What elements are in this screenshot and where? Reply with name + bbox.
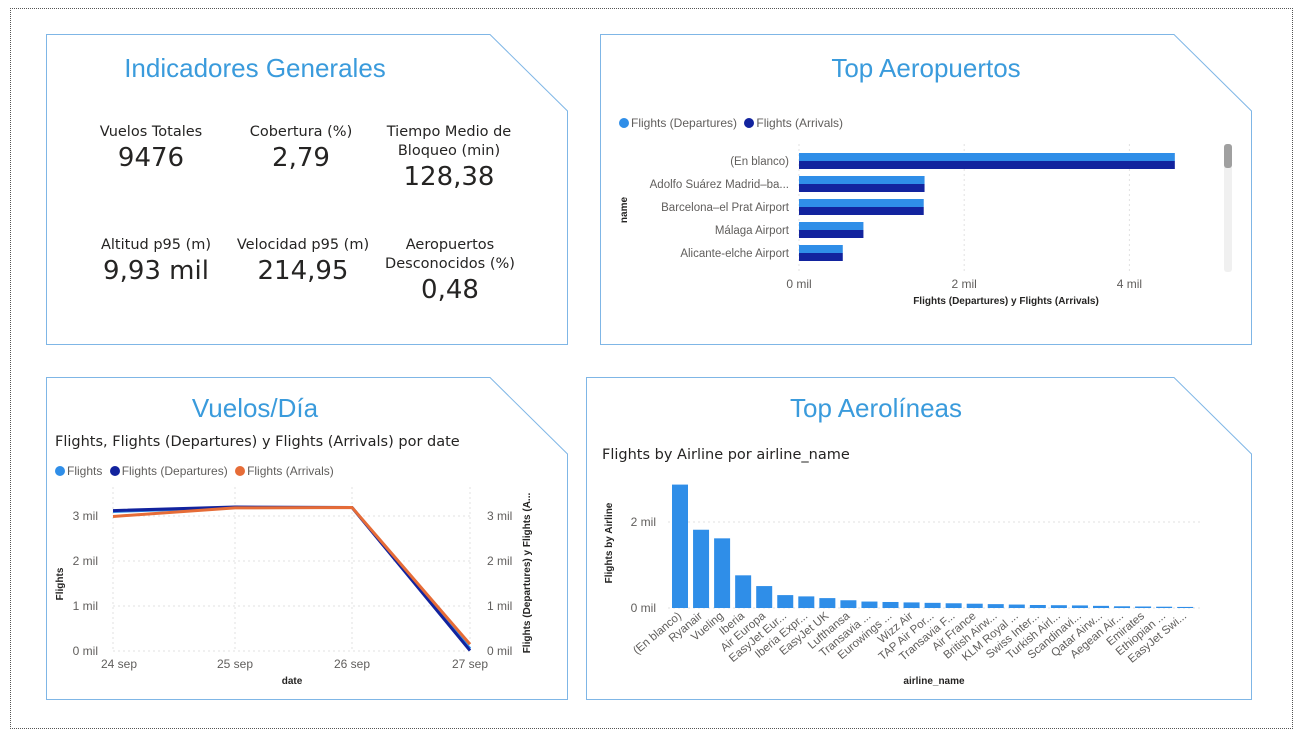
bar — [819, 598, 836, 608]
bar — [966, 603, 983, 608]
category-label: Barcelona–el Prat Airport — [661, 202, 790, 214]
line-departures — [112, 505, 472, 652]
bar-arrivals — [799, 161, 1175, 169]
kpi-value: 214,95 — [257, 256, 349, 286]
x-tick-label: 27 sep — [452, 657, 488, 671]
bar — [882, 601, 899, 608]
bar — [987, 604, 1004, 608]
kpi-speed: Velocidad p95 (m) 214,95 — [230, 236, 376, 286]
y-tick-label: 1 mil — [73, 599, 98, 613]
bar — [672, 484, 688, 608]
daily-line-chart[interactable]: 0 mil 0 mil 1 mil 1 mil 2 mil 2 mil 3 mil 3 mil… — [46, 377, 568, 700]
kpi-value: 2,79 — [272, 143, 330, 173]
x-tick-label: 2 mil — [952, 277, 977, 291]
bar — [1029, 604, 1046, 608]
bar-departures — [799, 199, 924, 207]
scrollbar-thumb[interactable] — [1224, 144, 1232, 168]
kpi-label: Vuelos Totales — [99, 124, 203, 140]
x-axis-title: airline_name — [903, 676, 965, 687]
x-axis-title: date — [282, 676, 303, 687]
bar — [1050, 605, 1067, 608]
kpi-total-flights: Vuelos Totales 9476 — [86, 123, 216, 173]
bar — [1114, 606, 1131, 608]
category-label: (En blanco) — [730, 156, 789, 168]
y2-tick-label: 3 mil — [487, 509, 512, 523]
bar — [945, 603, 962, 608]
y2-tick-label: 2 mil — [487, 554, 512, 568]
kpi-altitude: Altitud p95 (m) 9,93 mil — [86, 236, 226, 286]
bar-arrivals — [799, 253, 843, 261]
y2-tick-label: 0 mil — [487, 644, 512, 658]
bar — [735, 575, 752, 608]
x-tick-label: 4 mil — [1117, 277, 1142, 291]
line-arrivals — [112, 505, 472, 646]
bar — [1008, 604, 1025, 608]
y-tick-label: 3 mil — [73, 509, 98, 523]
y-axis-title: name — [619, 197, 630, 224]
kpi-value: 128,38 — [403, 162, 495, 192]
kpi-label: Velocidad p95 (m) — [236, 237, 370, 253]
kpi-block-time: Tiempo Medio de Bloqueo (min) 128,38 — [379, 123, 519, 192]
y-tick-label: 2 mil — [631, 515, 656, 529]
bar-departures — [799, 153, 1175, 161]
bar — [840, 600, 857, 608]
airports-card[interactable]: Top Aeropuertos Flights (Departures) Fli… — [600, 34, 1252, 345]
y-tick-label: 0 mil — [631, 601, 656, 615]
bar-arrivals — [799, 184, 925, 192]
bar — [693, 529, 710, 608]
bar-arrivals — [799, 230, 864, 238]
kpi-card-title: Indicadores Generales — [124, 53, 386, 83]
y2-axis-title: Flights (Departures) y Flights (A... — [522, 493, 533, 654]
kpi-value: 9476 — [117, 143, 185, 173]
airlines-card[interactable]: Top Aerolíneas Flights by Airline por ai… — [586, 377, 1252, 700]
airlines-bar-chart[interactable]: 0 mil2 mil(En blanco)RyanairVuelingIberi… — [586, 377, 1252, 700]
bar — [1177, 606, 1194, 608]
bar-departures — [799, 176, 925, 184]
y-axis-title: Flights — [55, 567, 66, 600]
bar — [1135, 606, 1152, 608]
bar — [861, 601, 878, 608]
kpi-label: Cobertura (%) — [249, 124, 353, 140]
y-tick-label: 0 mil — [73, 644, 98, 658]
x-axis-title: Flights (Departures) y Flights (Arrivals… — [913, 296, 1099, 307]
x-tick-label: 0 mil — [786, 277, 811, 291]
kpi-value: 0,48 — [421, 275, 479, 305]
bar-departures — [799, 222, 864, 230]
kpi-label: Tiempo Medio de Bloqueo (min) — [386, 124, 512, 159]
category-label: Adolfo Suárez Madrid–ba... — [650, 179, 789, 191]
y-axis-title: Flights by Airline — [604, 502, 615, 583]
category-label: Alicante-elche Airport — [680, 248, 789, 260]
x-tick-label: 25 sep — [217, 657, 253, 671]
kpi-label: Aeropuertos Desconocidos (%) — [385, 237, 515, 272]
bar — [798, 596, 815, 608]
kpi-unknown-airports: Aeropuertos Desconocidos (%) 0,48 — [377, 236, 523, 305]
bar — [756, 586, 773, 608]
bar — [1093, 605, 1109, 608]
bar-arrivals — [799, 207, 924, 215]
bar — [924, 602, 941, 608]
y2-tick-label: 1 mil — [487, 599, 512, 613]
kpi-value: 9,93 mil — [103, 256, 209, 286]
kpi-label: Altitud p95 (m) — [100, 237, 212, 253]
y-tick-label: 2 mil — [73, 554, 98, 568]
bar-departures — [799, 245, 843, 253]
bar — [1071, 605, 1088, 608]
kpi-coverage: Cobertura (%) 2,79 — [236, 123, 366, 173]
x-tick-label: 24 sep — [101, 657, 137, 671]
bar — [714, 538, 731, 608]
category-label: Málaga Airport — [715, 225, 790, 237]
daily-flights-card[interactable]: Vuelos/Día Flights, Flights (Departures)… — [46, 377, 568, 700]
airports-bar-chart[interactable]: 0 mil 2 mil 4 mil (En blanco) Adolfo Suárez … — [600, 34, 1252, 345]
kpi-card[interactable]: Indicadores Generales Vuelos Totales 947… — [46, 34, 568, 345]
bar — [777, 595, 794, 608]
x-tick-label: 26 sep — [334, 657, 370, 671]
line-flights — [112, 505, 472, 650]
bar — [1156, 606, 1173, 608]
bar — [903, 602, 920, 608]
